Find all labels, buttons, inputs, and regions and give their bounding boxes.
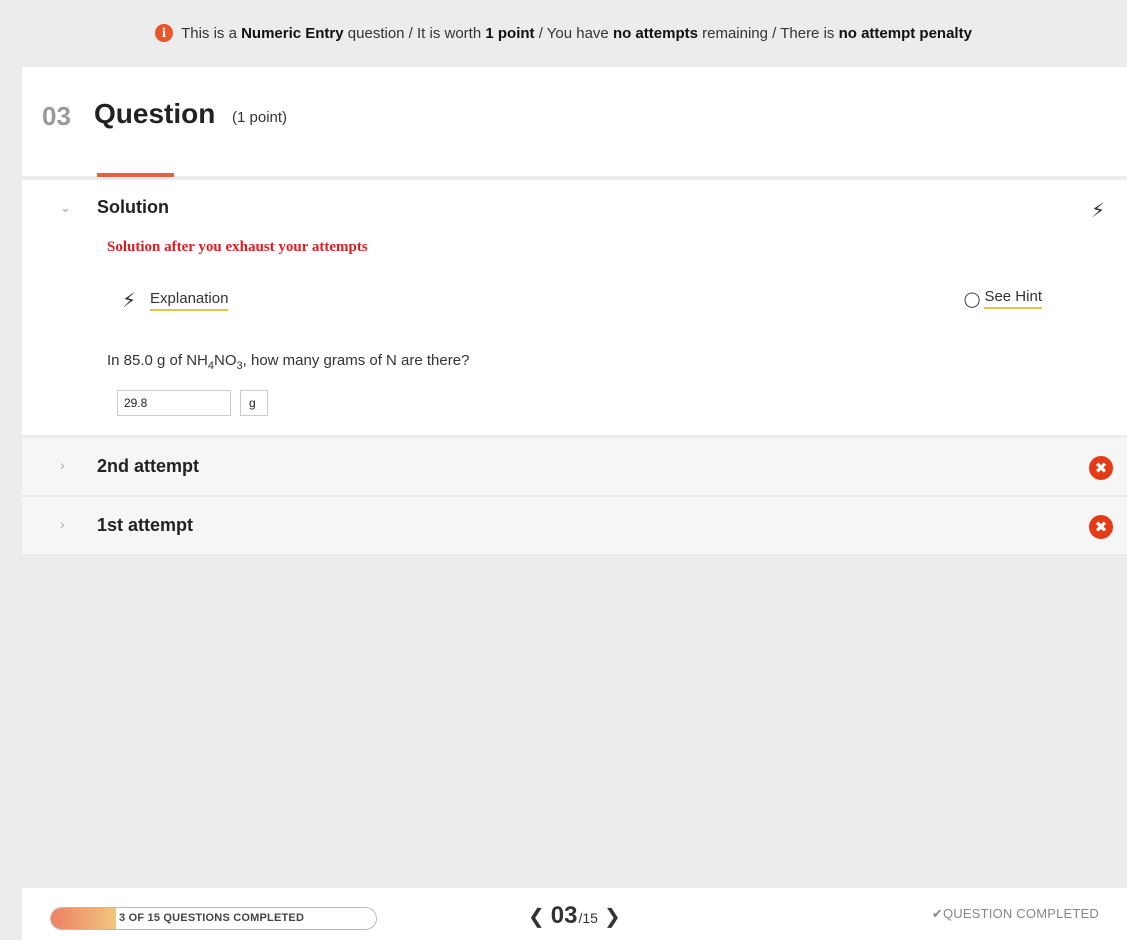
- solution-panel: ⌄ Solution ⚡︎ Solution after you exhaust…: [22, 180, 1127, 435]
- question-number: 03: [42, 101, 71, 131]
- attempt-title[interactable]: 2nd attempt: [97, 456, 199, 477]
- explanation-link[interactable]: Explanation: [150, 290, 229, 311]
- title-underline: [97, 173, 174, 177]
- attempt-title[interactable]: 1st attempt: [97, 515, 193, 536]
- total-questions: /15: [578, 910, 598, 926]
- unit-label: g: [240, 390, 268, 416]
- prompt-text: NO: [214, 352, 237, 369]
- close-circle-icon: ✖: [1089, 456, 1113, 480]
- footer-bar: 3 OF 15 QUESTIONS COMPLETED ❮ 03 /15 ❯ ✔…: [22, 888, 1127, 940]
- question-info-bar: i This is a Numeric Entry question / It …: [0, 0, 1127, 66]
- chevron-right-icon[interactable]: ❯: [604, 904, 621, 929]
- progress-fill: [51, 908, 116, 929]
- attempt-penalty: no attempt penalty: [838, 24, 972, 42]
- answer-input[interactable]: [117, 390, 231, 416]
- info-text-part: / You have: [534, 24, 613, 42]
- current-question: 03: [550, 902, 578, 929]
- question-header: 03 Question (1 point): [22, 67, 1127, 177]
- see-hint-link[interactable]: See Hint: [984, 288, 1042, 309]
- question-pager: ❮ 03 /15 ❯: [522, 902, 627, 930]
- info-text: This is a Numeric Entry question / It is…: [181, 25, 972, 42]
- progress-label: 3 OF 15 QUESTIONS COMPLETED: [119, 912, 305, 924]
- see-hint-button[interactable]: ◯ See Hint: [964, 288, 1042, 309]
- question-completed-status: ✔QUESTION COMPLETED: [931, 906, 1099, 921]
- chevron-left-icon[interactable]: ❮: [528, 904, 545, 929]
- explanation-row: ⚡︎ Explanation: [122, 288, 229, 313]
- solution-note: Solution after you exhaust your attempts: [107, 239, 368, 255]
- prompt-text: , how many grams of N are there?: [242, 352, 470, 369]
- info-icon: i: [155, 24, 174, 42]
- info-text-part: This is a: [181, 24, 242, 42]
- page-title: Question: [94, 98, 216, 129]
- chevron-right-icon[interactable]: ›: [60, 516, 65, 532]
- attempt-panel-1[interactable]: › 1st attempt ✖: [22, 497, 1127, 554]
- prompt-text: In 85.0 g of NH: [107, 352, 208, 369]
- chevron-down-icon[interactable]: ⌄: [60, 200, 71, 216]
- close-circle-icon: ✖: [1089, 515, 1113, 539]
- question-points: 1 point: [485, 24, 535, 42]
- lightning-bolt-icon: ⚡︎: [122, 290, 137, 312]
- lightbulb-icon: ◯: [963, 290, 981, 308]
- chevron-right-icon[interactable]: ›: [60, 457, 65, 473]
- info-text-part: question / It is worth: [343, 24, 486, 42]
- attempt-panel-2[interactable]: › 2nd attempt ✖: [22, 438, 1127, 495]
- attempts-remaining: no attempts: [612, 24, 698, 42]
- question-type: Numeric Entry: [241, 24, 344, 42]
- solution-title[interactable]: Solution: [97, 197, 169, 218]
- lightning-bolt-icon: ⚡︎: [1090, 200, 1105, 222]
- progress-bar: 3 OF 15 QUESTIONS COMPLETED: [50, 907, 377, 930]
- info-text-part: remaining / There is: [697, 24, 839, 42]
- question-points-label: (1 point): [232, 109, 288, 126]
- question-prompt: In 85.0 g of NH4NO3, how many grams of N…: [107, 352, 469, 372]
